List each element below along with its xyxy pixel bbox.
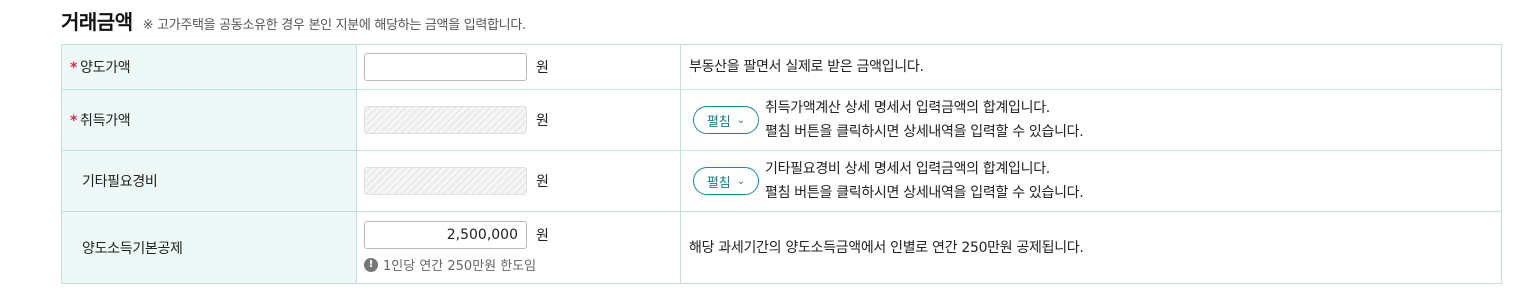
label-cell: * 양도가액	[61, 44, 357, 90]
other-expenses-description-line2: 펼침 버튼을 클릭하시면 상세내역을 입력할 수 있습니다.	[765, 185, 1084, 201]
acquisition-description-line2: 펼침 버튼을 클릭하시면 상세내역을 입력할 수 있습니다.	[765, 124, 1084, 140]
input-cell: 원 ! 1인당 연간 250만원 한도임	[356, 211, 681, 284]
description-cell: 펼침 ⌄ 취득가액계산 상세 명세서 입력금액의 합계입니다. 펼침 버튼을 클릭…	[680, 89, 1502, 151]
label-cell: 기타필요경비	[61, 150, 357, 212]
basic-deduction-input[interactable]	[364, 221, 527, 249]
table-row-sale-price: * 양도가액 원 부동산을 팔면서 실제로 받은 금액입니다.	[61, 44, 1502, 90]
deduction-hint-text: 1인당 연간 250만원 한도임	[383, 259, 537, 274]
exclamation-circle-icon: !	[364, 257, 378, 272]
unit-label: 원	[536, 113, 549, 129]
description-wrap: 펼침 ⌄ 취득가액계산 상세 명세서 입력금액의 합계입니다. 펼침 버튼을 클릭…	[689, 96, 1501, 144]
other-expenses-label: 기타필요경비	[82, 174, 158, 190]
chevron-down-icon: ⌄	[736, 114, 746, 126]
expand-acquisition-button[interactable]: 펼침 ⌄	[693, 106, 759, 134]
required-mark: *	[70, 113, 78, 129]
section-header: 거래금액 ※ 고가주택을 공동소유한 경우 본인 지분에 해당하는 금액을 입력…	[61, 6, 526, 36]
transaction-amount-table: * 양도가액 원 부동산을 팔면서 실제로 받은 금액입니다. * 취득가액 원 펼…	[61, 44, 1502, 284]
expand-other-expenses-button[interactable]: 펼침 ⌄	[693, 167, 759, 195]
description-text: 취득가액계산 상세 명세서 입력금액의 합계입니다. 펼침 버튼을 클릭하시면 …	[765, 96, 1084, 144]
acquisition-price-label: 취득가액	[80, 113, 131, 129]
sale-price-label: 양도가액	[80, 60, 131, 76]
unit-label: 원	[536, 60, 549, 76]
label-cell: 양도소득기본공제	[61, 211, 357, 284]
other-expenses-description-line1: 기타필요경비 상세 명세서 입력금액의 합계입니다.	[765, 161, 1050, 177]
expand-button-label: 펼침	[706, 175, 731, 191]
unit-label: 원	[536, 228, 549, 244]
expand-button-label: 펼침	[706, 114, 731, 130]
acquisition-price-input	[364, 106, 527, 134]
input-cell: 원	[356, 44, 681, 90]
section-title: 거래금액	[61, 10, 133, 34]
table-row-other-expenses: 기타필요경비 원 펼침 ⌄ 기타필요경비 상세 명세서 입력금액의 합계입니다. …	[61, 150, 1502, 212]
input-cell: 원	[356, 89, 681, 151]
table-row-basic-deduction: 양도소득기본공제 원 ! 1인당 연간 250만원 한도임 해당 과세기간의 양도…	[61, 211, 1502, 284]
input-wrap: 원	[364, 221, 680, 249]
description-text: 기타필요경비 상세 명세서 입력금액의 합계입니다. 펼침 버튼을 클릭하시면 …	[765, 157, 1084, 205]
table-row-acquisition-price: * 취득가액 원 펼침 ⌄ 취득가액계산 상세 명세서 입력금액의 합계입니다. 펼…	[61, 89, 1502, 151]
acquisition-description-line1: 취득가액계산 상세 명세서 입력금액의 합계입니다.	[765, 100, 1050, 116]
sale-price-input[interactable]	[364, 53, 527, 81]
label-cell: * 취득가액	[61, 89, 357, 151]
description-cell: 해당 과세기간의 양도소득금액에서 인별로 연간 250만원 공제됩니다.	[680, 211, 1502, 284]
sale-price-description: 부동산을 팔면서 실제로 받은 금액입니다.	[689, 59, 924, 75]
basic-deduction-label: 양도소득기본공제	[82, 240, 183, 257]
description-cell: 펼침 ⌄ 기타필요경비 상세 명세서 입력금액의 합계입니다. 펼침 버튼을 클릭…	[680, 150, 1502, 212]
description-cell: 부동산을 팔면서 실제로 받은 금액입니다.	[680, 44, 1502, 90]
deduction-hint: ! 1인당 연간 250만원 한도임	[364, 255, 680, 274]
unit-label: 원	[536, 174, 549, 190]
basic-deduction-description: 해당 과세기간의 양도소득금액에서 인별로 연간 250만원 공제됩니다.	[689, 239, 1084, 256]
chevron-down-icon: ⌄	[736, 175, 746, 187]
description-wrap: 펼침 ⌄ 기타필요경비 상세 명세서 입력금액의 합계입니다. 펼침 버튼을 클릭…	[689, 157, 1501, 205]
section-note: ※ 고가주택을 공동소유한 경우 본인 지분에 해당하는 금액을 입력합니다.	[142, 18, 527, 33]
other-expenses-input	[364, 167, 527, 195]
input-cell: 원	[356, 150, 681, 212]
required-mark: *	[70, 60, 78, 76]
